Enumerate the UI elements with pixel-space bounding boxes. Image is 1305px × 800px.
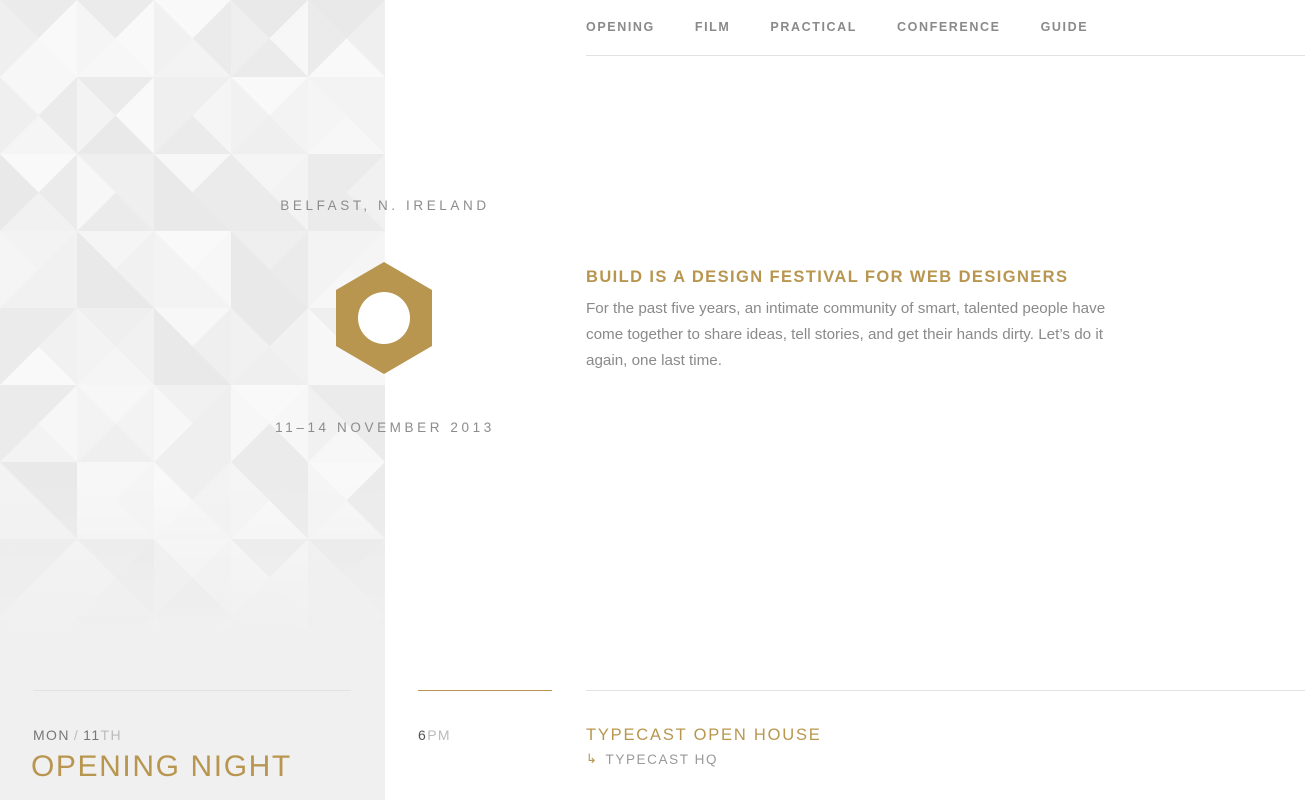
- day-title: OPENING NIGHT: [31, 750, 292, 783]
- venue-name: TYPECAST HQ: [605, 751, 719, 767]
- event-title-link[interactable]: TYPECAST OPEN HOUSE: [586, 726, 822, 745]
- nav-item-opening[interactable]: OPENING: [586, 18, 655, 36]
- time-hour: 6: [418, 727, 428, 743]
- intro-text: For the past five years, an intimate com…: [586, 300, 1106, 369]
- event-divider: [586, 690, 1305, 691]
- day-name: MON: [33, 727, 70, 743]
- pattern-background: [0, 0, 385, 640]
- event-time: 6PM: [418, 727, 451, 743]
- time-divider: [418, 690, 552, 691]
- day-divider: [33, 690, 351, 691]
- nav-item-film[interactable]: FILM: [695, 18, 731, 36]
- nav-divider: [586, 55, 1305, 56]
- main-navigation: OPENING FILM PRACTICAL CONFERENCE GUIDE: [586, 18, 1128, 36]
- day-separator: /: [73, 727, 80, 743]
- hexagon-logo-icon[interactable]: [335, 262, 433, 374]
- festival-dates: 11–14 NOVEMBER 2013: [275, 420, 495, 435]
- time-ampm: PM: [427, 727, 451, 743]
- day-number: 11: [83, 727, 101, 743]
- nav-item-guide[interactable]: GUIDE: [1041, 18, 1089, 36]
- intro-heading: BUILD IS A DESIGN FESTIVAL FOR WEB DESIG…: [586, 268, 1069, 286]
- nav-item-conference[interactable]: CONFERENCE: [897, 18, 1001, 36]
- day-date: MON/11TH: [33, 727, 122, 743]
- day-suffix: TH: [100, 727, 122, 743]
- location-label: BELFAST, N. IRELAND: [280, 198, 490, 213]
- nav-item-practical[interactable]: PRACTICAL: [770, 18, 857, 36]
- return-arrow-icon: ↳: [586, 751, 599, 766]
- event-venue: ↳ TYPECAST HQ: [586, 751, 718, 767]
